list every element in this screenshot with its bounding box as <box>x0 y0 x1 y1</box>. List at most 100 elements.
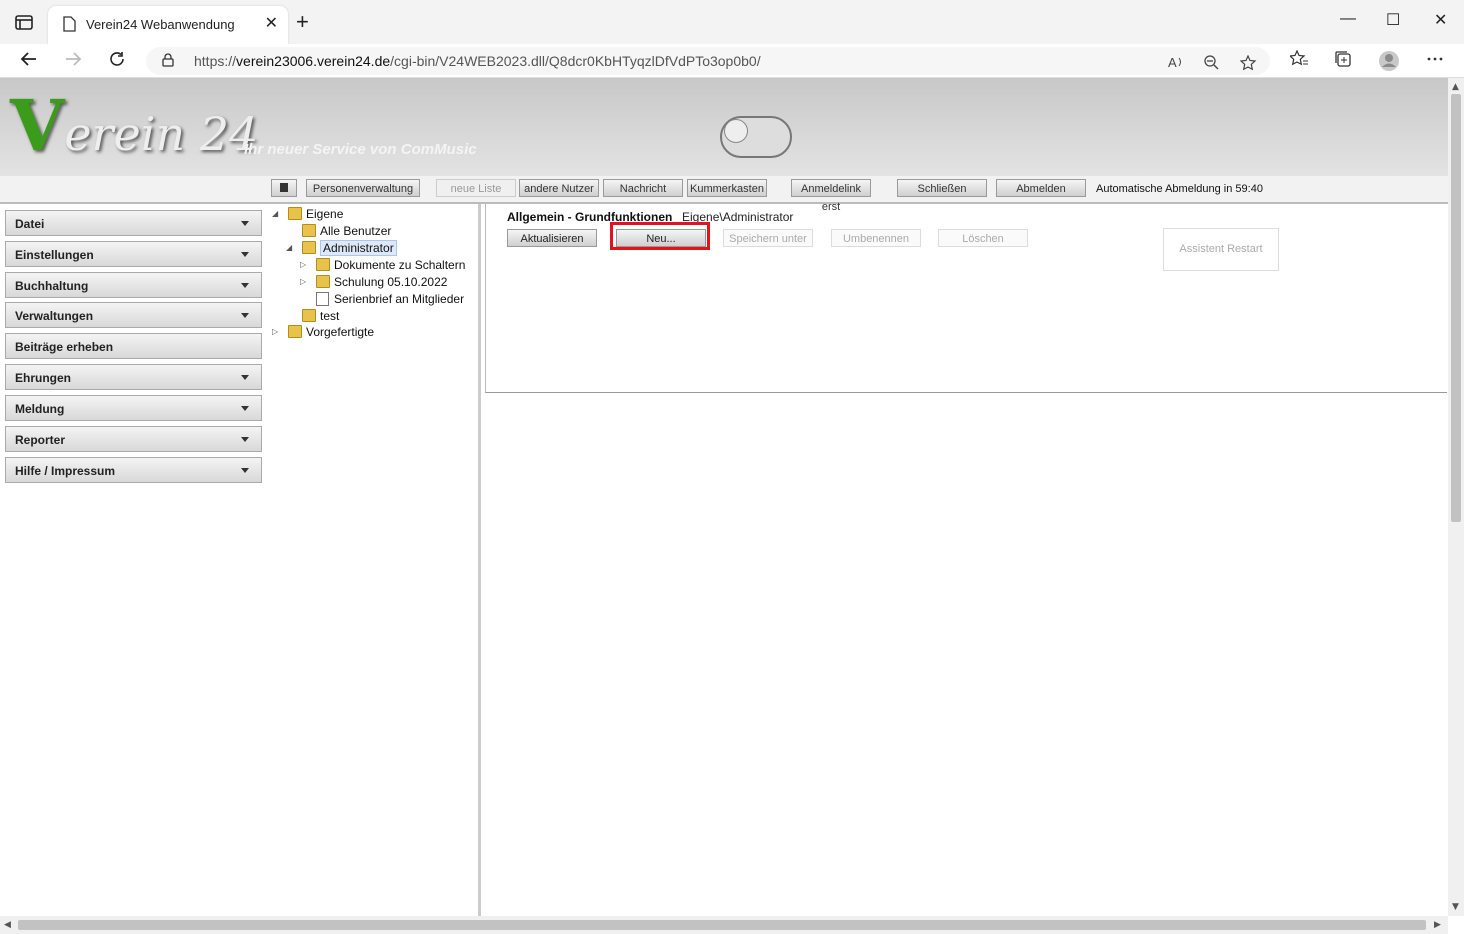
assistent-restart-button: Assistent Restart <box>1163 228 1279 271</box>
dropdown-arrow-icon <box>241 221 249 226</box>
tree-node-administrator[interactable]: ◢ Administrator <box>286 240 397 256</box>
scroll-left-icon[interactable]: ◀ <box>4 920 11 930</box>
logo-v: V <box>10 84 65 167</box>
back-icon[interactable] <box>20 50 38 73</box>
anmeldelink-button[interactable]: Anmeldelink erst <box>791 179 871 213</box>
panel-toggle-button[interactable] <box>271 179 297 197</box>
tree-label: Schulung 05.10.2022 <box>334 275 448 289</box>
dropdown-arrow-icon <box>241 375 249 380</box>
abmelden-button[interactable]: Abmelden <box>996 179 1086 197</box>
scroll-right-icon[interactable]: ▶ <box>1434 920 1441 930</box>
tab-close-icon[interactable]: ✕ <box>265 14 278 32</box>
add-favorite-icon[interactable] <box>1239 54 1258 75</box>
folder-icon <box>316 258 330 272</box>
menu-label: Hilfe / Impressum <box>15 464 116 478</box>
reload-icon[interactable] <box>108 50 126 73</box>
mode-toggle[interactable] <box>720 116 792 158</box>
tree-label: Eigene <box>306 207 344 221</box>
minimize-icon[interactable]: — <box>1340 10 1356 28</box>
scroll-thumb[interactable] <box>1451 94 1461 522</box>
kummerkasten-button[interactable]: Kummerkasten <box>687 179 767 197</box>
more-menu-icon[interactable] <box>1426 50 1444 73</box>
profile-avatar-icon[interactable] <box>1378 50 1400 77</box>
menu-label: Datei <box>15 217 45 231</box>
main-menu: Datei Einstellungen Buchhaltung Verwaltu… <box>0 204 269 916</box>
aktualisieren-button[interactable]: Aktualisieren <box>507 229 597 247</box>
url-scheme: https:// <box>194 53 237 69</box>
menu-meldung[interactable]: Meldung <box>5 395 262 421</box>
expand-icon[interactable]: ▷ <box>300 257 306 273</box>
document-icon <box>316 291 329 306</box>
dropdown-arrow-icon <box>241 252 249 257</box>
vertical-scrollbar[interactable]: ▲ ▼ <box>1448 78 1464 916</box>
logo-text: erein 24 <box>64 107 259 161</box>
tree-label: Serienbrief an Mitglieder <box>334 292 465 306</box>
url-field[interactable]: https://verein23006.verein24.de/cgi-bin/… <box>146 47 1270 75</box>
scroll-up-icon[interactable]: ▲ <box>1452 82 1459 92</box>
tree-label: Vorgefertigte <box>306 325 375 339</box>
maximize-icon[interactable]: ☐ <box>1386 10 1400 30</box>
menu-label: Buchhaltung <box>15 279 89 293</box>
app-header: Verein 24 Ihr neuer Service von ComMusic <box>0 78 1448 176</box>
menu-reporter[interactable]: Reporter <box>5 426 262 452</box>
auto-logout-timer: Automatische Abmeldung in 59:40 <box>1096 183 1263 195</box>
andere-nutzer-button[interactable]: andere Nutzer <box>519 179 599 197</box>
menu-label: Einstellungen <box>15 248 94 262</box>
horizontal-scrollbar[interactable]: ◀ ▶ <box>0 916 1448 934</box>
tree-node-test[interactable]: test <box>302 308 339 324</box>
address-bar: https://verein23006.verein24.de/cgi-bin/… <box>0 44 1464 78</box>
collections-icon[interactable] <box>1334 50 1352 73</box>
url-host: verein23006.verein24.de <box>236 53 391 69</box>
personenverwaltung-button[interactable]: Personenverwaltung <box>306 179 420 197</box>
menu-ehrungen[interactable]: Ehrungen <box>5 364 262 390</box>
app-toolbar: Personenverwaltung neue Liste andere Nut… <box>0 176 1448 213</box>
favorites-icon[interactable] <box>1288 49 1308 71</box>
menu-buchhaltung[interactable]: Buchhaltung <box>5 272 262 298</box>
tree-node-dokumente[interactable]: ▷ Dokumente zu Schaltern <box>300 257 465 273</box>
dropdown-arrow-icon <box>241 283 249 288</box>
highlight-box <box>610 222 710 250</box>
tree-label: Alle Benutzer <box>320 224 392 238</box>
tree-label: test <box>320 309 340 323</box>
menu-datei[interactable]: Datei <box>5 210 262 236</box>
menu-label: Beiträge erheben <box>15 340 114 354</box>
collapse-icon[interactable]: ◢ <box>272 206 278 222</box>
lock-icon[interactable] <box>162 53 174 70</box>
tree-node-schulung[interactable]: ▷ Schulung 05.10.2022 <box>300 274 448 290</box>
folder-icon <box>302 241 316 255</box>
loeschen-button: Löschen <box>938 229 1028 247</box>
menu-beitraege-erheben[interactable]: Beiträge erheben <box>5 333 262 359</box>
tree-node-eigene[interactable]: ◢ Eigene <box>272 206 344 222</box>
speichern-unter-button: Speichern unter <box>723 229 813 247</box>
expand-icon[interactable]: ▷ <box>300 274 306 290</box>
menu-label: Reporter <box>15 433 66 447</box>
new-tab-icon[interactable]: + <box>296 11 309 33</box>
nachricht-button[interactable]: Nachricht <box>603 179 683 197</box>
tree-node-vorgefertigte[interactable]: ▷ Vorgefertigte <box>272 324 375 340</box>
dropdown-arrow-icon <box>241 437 249 442</box>
tree-node-alle-benutzer[interactable]: Alle Benutzer <box>302 223 391 239</box>
expand-icon[interactable]: ▷ <box>272 324 278 340</box>
dropdown-arrow-icon <box>241 406 249 411</box>
menu-einstellungen[interactable]: Einstellungen <box>5 241 262 267</box>
verein24-logo: Verein 24 <box>10 84 258 167</box>
scroll-down-icon[interactable]: ▼ <box>1452 902 1459 912</box>
menu-hilfe-impressum[interactable]: Hilfe / Impressum <box>5 457 262 483</box>
url-text: https://verein23006.verein24.de/cgi-bin/… <box>194 53 761 69</box>
scroll-thumb[interactable] <box>18 920 1426 930</box>
browser-tab[interactable]: Verein24 Webanwendung ✕ <box>48 6 288 44</box>
tree-node-serienbrief[interactable]: Serienbrief an Mitglieder <box>316 291 464 307</box>
tab-title: Verein24 Webanwendung <box>86 17 235 32</box>
menu-verwaltungen[interactable]: Verwaltungen <box>5 302 262 328</box>
read-aloud-icon[interactable]: A <box>1168 55 1184 73</box>
close-window-icon[interactable]: ✕ <box>1434 10 1447 30</box>
browser-tab-bar: Verein24 Webanwendung ✕ + — ☐ ✕ <box>0 0 1464 45</box>
forward-icon <box>64 50 82 73</box>
tab-actions-icon[interactable] <box>14 14 36 32</box>
zoom-out-icon[interactable] <box>1204 55 1220 75</box>
collapse-icon[interactable]: ◢ <box>286 240 292 256</box>
schliessen-button[interactable]: Schließen <box>897 179 987 197</box>
umbenennen-button: Umbenennen <box>831 229 921 247</box>
folder-icon <box>288 325 302 339</box>
folder-icon <box>288 207 302 221</box>
